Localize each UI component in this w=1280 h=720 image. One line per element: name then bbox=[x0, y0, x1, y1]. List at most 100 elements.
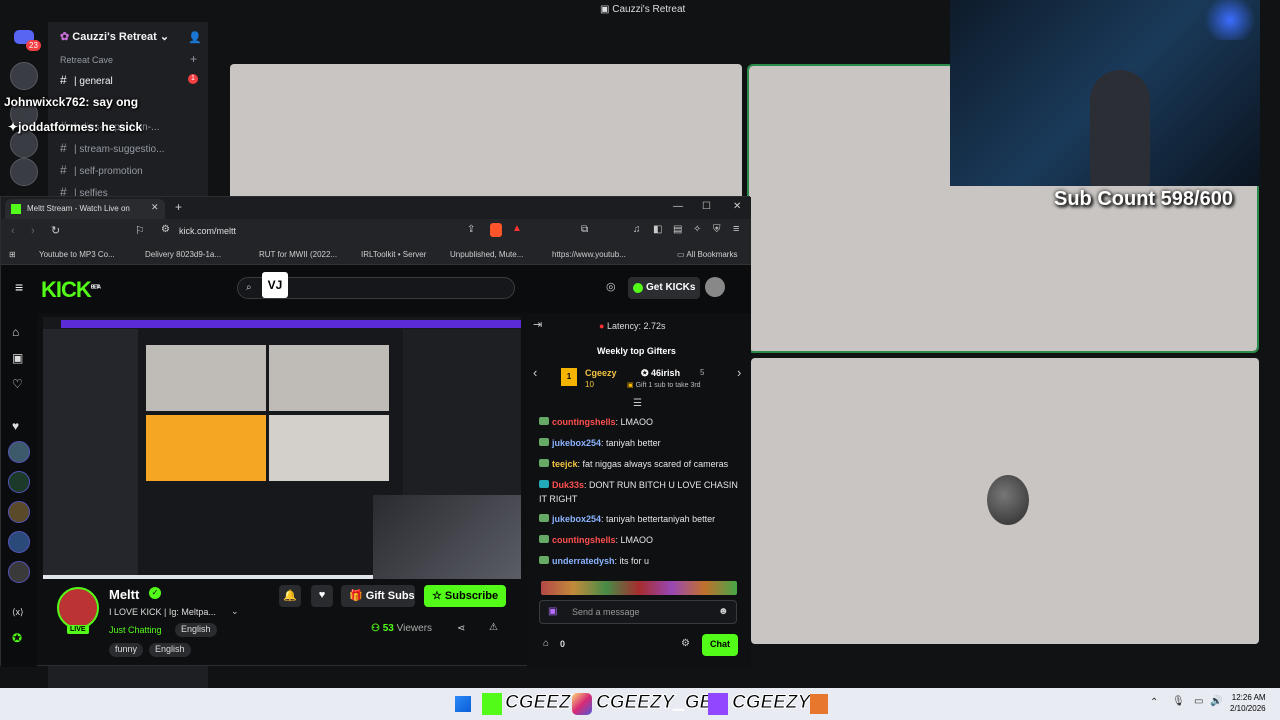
streamer-name[interactable]: Meltt bbox=[109, 587, 139, 602]
video-player[interactable] bbox=[43, 317, 521, 579]
sidebar-icon[interactable]: ◧ bbox=[653, 224, 662, 235]
tray-chevron-up-icon[interactable]: ⌃ bbox=[1150, 697, 1158, 708]
volume-icon[interactable]: 🔊 bbox=[1210, 696, 1222, 707]
forward-icon[interactable]: › bbox=[31, 225, 35, 237]
share-icon[interactable]: ⇪ bbox=[467, 224, 475, 235]
kick-icon bbox=[482, 693, 502, 715]
channel-stream-suggestions[interactable]: # | stream-suggestio... bbox=[60, 141, 164, 155]
server-icon[interactable] bbox=[10, 158, 38, 186]
app-icon[interactable] bbox=[810, 694, 828, 714]
search-input[interactable]: ⌕ VJ bbox=[237, 272, 515, 299]
followed-channel-avatar[interactable] bbox=[8, 561, 30, 583]
channel-general[interactable]: # | general bbox=[60, 73, 113, 87]
chat-settings-icon[interactable]: ⚙ bbox=[681, 638, 690, 649]
category-link[interactable]: Just Chatting bbox=[109, 625, 162, 635]
server-icon[interactable] bbox=[10, 62, 38, 90]
minimize-icon[interactable]: — bbox=[673, 201, 683, 212]
address-bar: ‹ › ↻ ⚐ ⚙ kick.com/meltt ⇪ ▲ ⧉ ♫ ◧ ▤ ✧ ⛨… bbox=[1, 219, 751, 245]
user-avatar[interactable] bbox=[705, 277, 725, 297]
wallet-icon[interactable]: ▤ bbox=[673, 224, 682, 235]
close-window-icon[interactable]: ✕ bbox=[733, 201, 741, 212]
close-tab-icon[interactable]: ✕ bbox=[151, 202, 159, 213]
favorites-icon[interactable]: ♥ bbox=[12, 419, 19, 433]
get-kicks-button[interactable]: Get KICKs bbox=[628, 277, 700, 299]
channel-self-promotion[interactable]: # | self-promotion bbox=[60, 163, 143, 177]
extensions-icon[interactable]: ⧉ bbox=[581, 224, 588, 235]
latency-readout: ● Latency: 2.72s bbox=[599, 321, 666, 331]
maximize-icon[interactable]: ☐ bbox=[702, 201, 711, 212]
followed-channel-avatar[interactable] bbox=[8, 531, 30, 553]
emoji-icon[interactable]: ☻ bbox=[718, 606, 729, 617]
bookmark-item[interactable]: Youtube to MP3 Co... bbox=[39, 250, 115, 259]
collapse-chat-icon[interactable]: ⇥ bbox=[533, 318, 542, 331]
gifter-note: ▣ Gift 1 sub to take 3rd bbox=[627, 382, 701, 389]
notify-button[interactable]: 🔔 bbox=[279, 585, 301, 607]
kick-logo[interactable]: KICKBETA bbox=[41, 277, 101, 303]
share-icon[interactable]: ⋖ bbox=[457, 623, 465, 634]
all-bookmarks[interactable]: ▭ All Bookmarks bbox=[677, 250, 737, 259]
bookmark-item[interactable]: IRLToolkit • Server bbox=[361, 250, 426, 259]
subscribe-button[interactable]: ☆ Subscribe bbox=[424, 585, 506, 607]
reload-icon[interactable]: ↻ bbox=[51, 224, 60, 237]
gift-subs-button[interactable]: 🎁 Gift Subs bbox=[341, 585, 415, 607]
hamburger-icon[interactable]: ≡ bbox=[15, 279, 23, 295]
system-clock[interactable]: 12:26 AM 2/10/2026 bbox=[1230, 692, 1266, 714]
url-field[interactable]: kick.com/meltt bbox=[179, 226, 236, 236]
menu-icon[interactable]: ≡ bbox=[733, 223, 739, 235]
chat-panel: ⇥ ● Latency: 2.72s Weekly top Gifters ‹ … bbox=[527, 313, 751, 667]
rewards-icon[interactable]: ▲ bbox=[512, 223, 522, 234]
chevron-right-icon[interactable]: › bbox=[737, 365, 741, 380]
bookmark-item[interactable]: Delivery 8023d9-1a... bbox=[145, 250, 221, 259]
add-member-icon[interactable]: 👤 bbox=[188, 31, 202, 44]
bookmark-item[interactable]: https://www.youtub... bbox=[552, 250, 626, 259]
browser-tab[interactable]: Meltt Stream - Watch Live on bbox=[5, 199, 165, 219]
language-tag[interactable]: English bbox=[175, 623, 217, 637]
kick-left-nav: ⌂ ▣ ♡ ♥ ⟨x⟩ ✪ bbox=[1, 313, 37, 667]
followed-channel-avatar[interactable] bbox=[8, 501, 30, 523]
microphone-icon[interactable]: 🎙 bbox=[1172, 696, 1185, 707]
home-icon[interactable]: ⌂ bbox=[12, 325, 19, 339]
tag-chip[interactable]: English bbox=[149, 643, 191, 657]
new-tab-icon[interactable]: + bbox=[175, 200, 182, 214]
vpn-icon[interactable]: ⛨ bbox=[713, 224, 721, 235]
pinned-icon[interactable]: ☰ bbox=[633, 398, 642, 409]
windows-start-icon[interactable] bbox=[455, 696, 471, 712]
stream-info: LIVE Meltt ✓ I LOVE KICK | Ig: Meltpa...… bbox=[43, 585, 527, 665]
server-name[interactable]: ✿ Cauzzi's Retreat ⌄ bbox=[60, 30, 169, 43]
tag-chip[interactable]: funny bbox=[109, 643, 144, 657]
network-icon[interactable]: ▭ bbox=[1194, 696, 1203, 707]
chat-message: jukebox254: taniyah better bbox=[539, 436, 745, 450]
site-info-icon[interactable]: ⚙ bbox=[161, 224, 170, 235]
media-icon[interactable]: ♫ bbox=[633, 224, 641, 235]
brave-shield-icon[interactable] bbox=[490, 223, 502, 237]
following-icon[interactable]: ◎ bbox=[606, 280, 616, 293]
browse-icon[interactable]: ▣ bbox=[12, 351, 23, 365]
chevron-left-icon[interactable]: ‹ bbox=[533, 365, 537, 380]
add-channel-icon[interactable]: + bbox=[190, 52, 197, 66]
chat-input[interactable]: ▣ Send a message ☻ bbox=[539, 600, 737, 624]
expand-icon[interactable]: ⟨x⟩ bbox=[12, 607, 24, 618]
chat-message: countingshells: LMAOO bbox=[539, 415, 745, 429]
gifter-rank-badge: 1 bbox=[561, 368, 577, 386]
bookmark-item[interactable]: RUT for MWII (2022... bbox=[259, 250, 337, 259]
following-icon[interactable]: ♡ bbox=[12, 377, 23, 391]
report-icon[interactable]: ⚠ bbox=[489, 622, 498, 633]
category-label[interactable]: Retreat Cave bbox=[60, 55, 113, 65]
back-icon[interactable]: ‹ bbox=[11, 225, 15, 237]
chat-send-button[interactable]: Chat bbox=[702, 634, 738, 656]
bookmark-item[interactable]: Unpublished, Mute... bbox=[450, 250, 523, 259]
follow-button[interactable]: ♥ bbox=[311, 585, 333, 607]
leo-icon[interactable]: ✧ bbox=[693, 224, 701, 235]
video-tile[interactable] bbox=[230, 64, 742, 204]
chat-message: teejck: fat niggas always scared of came… bbox=[539, 457, 745, 471]
streamer-avatar[interactable] bbox=[57, 587, 99, 629]
chevron-down-icon[interactable]: ⌄ bbox=[231, 606, 239, 617]
server-icon[interactable] bbox=[10, 130, 38, 158]
kick-icon[interactable]: ✪ bbox=[12, 631, 22, 645]
apps-icon[interactable]: ⊞ bbox=[9, 250, 16, 259]
followed-channel-avatar[interactable] bbox=[8, 441, 30, 463]
followed-channel-avatar[interactable] bbox=[8, 471, 30, 493]
points-icon[interactable]: ⌂ bbox=[543, 638, 549, 649]
overlay-chat-line: ✦joddatformes: he sick bbox=[8, 120, 143, 134]
bookmark-icon[interactable]: ⚐ bbox=[135, 224, 145, 237]
